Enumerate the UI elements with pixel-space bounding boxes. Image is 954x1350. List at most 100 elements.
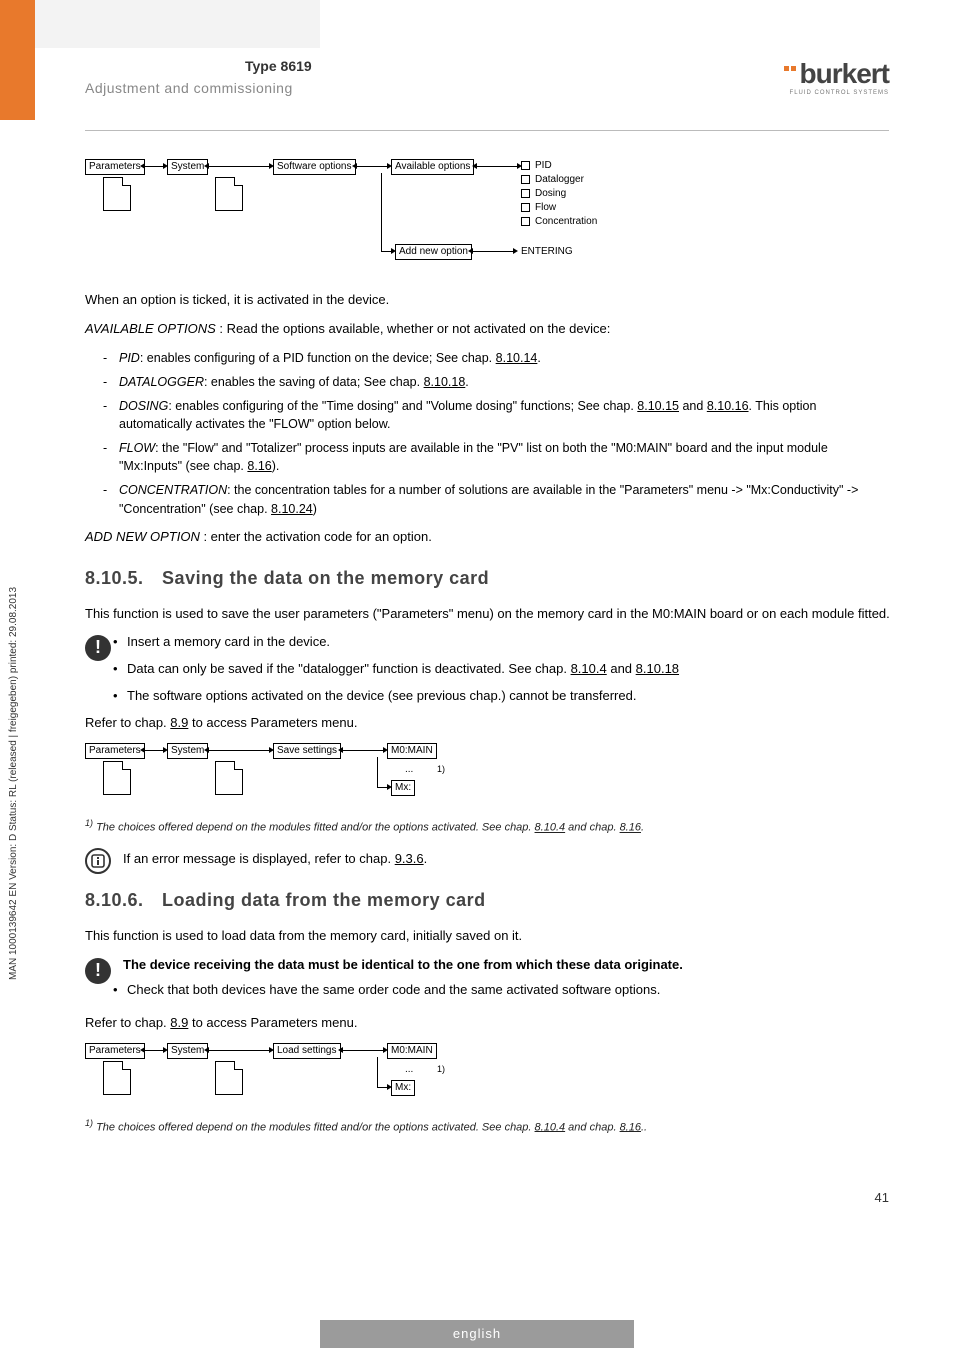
connector bbox=[343, 1050, 383, 1051]
opt-flow: Flow bbox=[535, 201, 556, 216]
node-m0main: M0:MAIN bbox=[387, 1043, 437, 1059]
warning-icon: ! bbox=[85, 958, 111, 984]
warning-block-2: ! The device receiving the data must be … bbox=[85, 956, 890, 1000]
connector bbox=[145, 166, 163, 167]
li-pid: PID: enables configuring of a PID functi… bbox=[119, 349, 890, 367]
sup: 1) bbox=[85, 1118, 93, 1128]
rest: : enter the activation code for an optio… bbox=[200, 529, 432, 544]
left-bar: MAN 1000139642 EN Version: D Status: RL … bbox=[0, 0, 35, 1350]
header-gray-box bbox=[35, 0, 320, 48]
connector bbox=[473, 251, 513, 252]
chap-link: 9.3.6 bbox=[395, 851, 424, 866]
brand-logo: burkert FLUID CONTROL SYSTEMS bbox=[783, 58, 889, 96]
footnote-2: 1) The choices offered depend on the mod… bbox=[85, 1117, 890, 1137]
connector bbox=[145, 750, 163, 751]
connector bbox=[377, 787, 387, 788]
warn-item: Insert a memory card in the device. bbox=[127, 633, 890, 652]
warn-headline: The device receiving the data must be id… bbox=[123, 956, 890, 975]
node-system: System bbox=[167, 159, 208, 175]
chap-link: 8.10.18 bbox=[636, 661, 679, 676]
warning-list: Check that both devices have the same or… bbox=[123, 981, 890, 1000]
li-flow: FLOW: the "Flow" and "Totalizer" process… bbox=[119, 439, 890, 475]
heading-8-10-5: 8.10.5. Saving the data on the memory ca… bbox=[85, 565, 890, 591]
connector bbox=[377, 757, 378, 787]
chap-link: 8.10.24 bbox=[271, 502, 313, 516]
opt-dosing: Dosing bbox=[535, 187, 566, 202]
para-ticked: When an option is ticked, it is activate… bbox=[85, 291, 890, 310]
connector bbox=[209, 1050, 269, 1051]
para-8105-intro: This function is used to save the user p… bbox=[85, 605, 890, 624]
sup-ref: 1) bbox=[437, 1063, 445, 1076]
connector bbox=[381, 251, 391, 252]
connector bbox=[381, 173, 382, 251]
txt: to access Parameters menu. bbox=[188, 715, 357, 730]
checkbox-icon bbox=[521, 217, 530, 226]
connector bbox=[477, 166, 517, 167]
checkbox-icon bbox=[521, 161, 530, 170]
txt: and bbox=[607, 661, 636, 676]
page-footer: english bbox=[0, 1308, 954, 1350]
chap-link: 8.10.18 bbox=[424, 375, 466, 389]
node-available-options: Available options bbox=[391, 159, 474, 175]
sheet-icon bbox=[215, 761, 243, 795]
main-content: Parameters System Software options Avail… bbox=[85, 155, 890, 1146]
warning-block-1: ! Insert a memory card in the device. Da… bbox=[85, 633, 890, 706]
txt: ). bbox=[272, 459, 280, 473]
chap-link: 8.10.15 bbox=[637, 399, 679, 413]
node-dots: ... bbox=[405, 763, 413, 778]
chap-link: 8.10.14 bbox=[496, 351, 538, 365]
checkbox-icon bbox=[521, 189, 530, 198]
diagram-save-settings: Parameters System Save settings M0:MAIN … bbox=[85, 743, 890, 803]
options-list: PID: enables configuring of a PID functi… bbox=[85, 349, 890, 518]
txt: to access Parameters menu. bbox=[188, 1015, 357, 1030]
li-datalogger: DATALOGGER: enables the saving of data; … bbox=[119, 373, 890, 391]
lead: AVAILABLE OPTIONS bbox=[85, 321, 216, 336]
para-refer-2: Refer to chap. 8.9 to access Parameters … bbox=[85, 1014, 890, 1033]
sheet-icon bbox=[103, 761, 131, 795]
para-8106-intro: This function is used to load data from … bbox=[85, 927, 890, 946]
warn-item: Check that both devices have the same or… bbox=[127, 981, 890, 1000]
connector bbox=[209, 166, 269, 167]
para-add-new-option: ADD NEW OPTION : enter the activation co… bbox=[85, 528, 890, 547]
node-software-options: Software options bbox=[273, 159, 356, 175]
info-icon bbox=[85, 848, 111, 874]
warning-icon: ! bbox=[85, 635, 111, 661]
txt: and bbox=[679, 399, 707, 413]
orange-block bbox=[0, 0, 35, 120]
txt: .. bbox=[641, 1121, 647, 1133]
txt: If an error message is displayed, refer … bbox=[123, 851, 395, 866]
connector bbox=[377, 1057, 378, 1087]
footer-language: english bbox=[320, 1320, 634, 1348]
chap-link: 8.10.4 bbox=[535, 1121, 566, 1133]
connector bbox=[145, 1050, 163, 1051]
checkbox-icon bbox=[521, 203, 530, 212]
chap-link: 8.16 bbox=[247, 459, 271, 473]
li-dosing: DOSING: enables configuring of the "Time… bbox=[119, 397, 890, 433]
txt: . bbox=[641, 822, 644, 834]
node-load-settings: Load settings bbox=[273, 1043, 341, 1059]
warn-item: The software options activated on the de… bbox=[127, 687, 890, 706]
connector bbox=[377, 1087, 387, 1088]
opt-datalogger: Datalogger bbox=[535, 173, 584, 188]
footnote-1: 1) The choices offered depend on the mod… bbox=[85, 817, 890, 837]
para-available-options: AVAILABLE OPTIONS : Read the options ava… bbox=[85, 320, 890, 339]
chap-link: 8.16 bbox=[620, 822, 641, 834]
heading-8-10-6: 8.10.6. Loading data from the memory car… bbox=[85, 887, 890, 913]
node-system: System bbox=[167, 743, 208, 759]
rest: : Read the options available, whether or… bbox=[216, 321, 611, 336]
txt: The choices offered depend on the module… bbox=[93, 822, 535, 834]
node-parameters: Parameters bbox=[85, 1043, 145, 1059]
doc-type: Type 8619 bbox=[245, 58, 312, 74]
term: DATALOGGER bbox=[119, 375, 204, 389]
sup-ref: 1) bbox=[437, 763, 445, 776]
node-entering: ENTERING bbox=[521, 245, 573, 260]
txt: The choices offered depend on the module… bbox=[93, 1121, 535, 1133]
logo-dots bbox=[783, 58, 797, 76]
node-mx: Mx: bbox=[391, 780, 415, 796]
term: FLOW bbox=[119, 441, 155, 455]
diagram-load-settings: Parameters System Load settings M0:MAIN … bbox=[85, 1043, 890, 1103]
brand-tagline: FLUID CONTROL SYSTEMS bbox=[783, 90, 889, 96]
chap-link: 8.10.4 bbox=[535, 822, 566, 834]
txt: : enables configuring of the "Time dosin… bbox=[168, 399, 637, 413]
chap-link: 8.10.4 bbox=[571, 661, 607, 676]
